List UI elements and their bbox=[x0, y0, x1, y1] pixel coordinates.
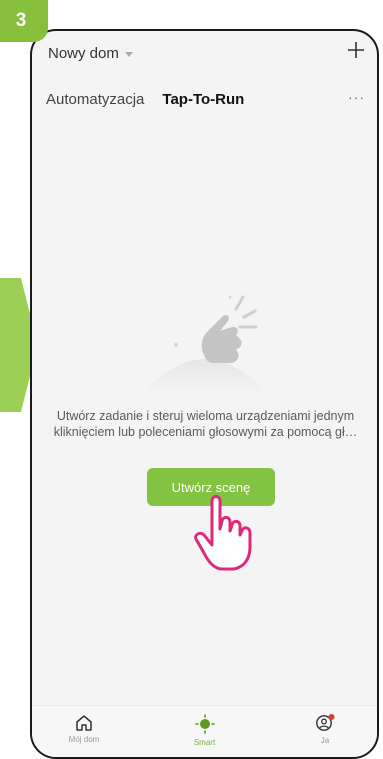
step-number-badge: 3 bbox=[0, 0, 48, 42]
nav-smart-label: Smart bbox=[193, 738, 216, 747]
home-selector[interactable]: Nowy dom bbox=[48, 45, 133, 62]
bottom-navigation: Mój dom Smart Ja bbox=[32, 705, 377, 757]
tap-illustration bbox=[142, 295, 268, 395]
nav-home[interactable]: Mój dom bbox=[58, 706, 110, 757]
tab-automatyzacja[interactable]: Automatyzacja bbox=[46, 91, 144, 108]
nav-profile-label: Ja bbox=[320, 736, 330, 745]
smart-icon bbox=[194, 714, 215, 734]
profile-icon bbox=[316, 714, 335, 731]
nav-home-label: Mój dom bbox=[68, 735, 100, 744]
tab-bar: Automatyzacja Tap-To-Run bbox=[46, 91, 244, 108]
chevron-down-icon bbox=[124, 52, 133, 57]
nav-profile[interactable]: Ja bbox=[299, 706, 351, 757]
plus-icon[interactable] bbox=[345, 39, 367, 61]
tab-tap-to-run[interactable]: Tap-To-Run bbox=[162, 91, 244, 108]
notification-dot bbox=[328, 714, 335, 720]
empty-state-message: Utwórz zadanie i steruj wieloma urządzen… bbox=[53, 409, 358, 439]
phone-frame: Nowy dom Automatyzacja Tap-To-Run ··· Ut… bbox=[30, 29, 379, 759]
nav-smart[interactable]: Smart bbox=[179, 706, 231, 757]
home-name: Nowy dom bbox=[48, 45, 119, 62]
home-icon bbox=[76, 715, 92, 731]
create-scene-button[interactable]: Utwórz scenę bbox=[147, 468, 275, 506]
more-options-icon[interactable]: ··· bbox=[348, 89, 365, 105]
